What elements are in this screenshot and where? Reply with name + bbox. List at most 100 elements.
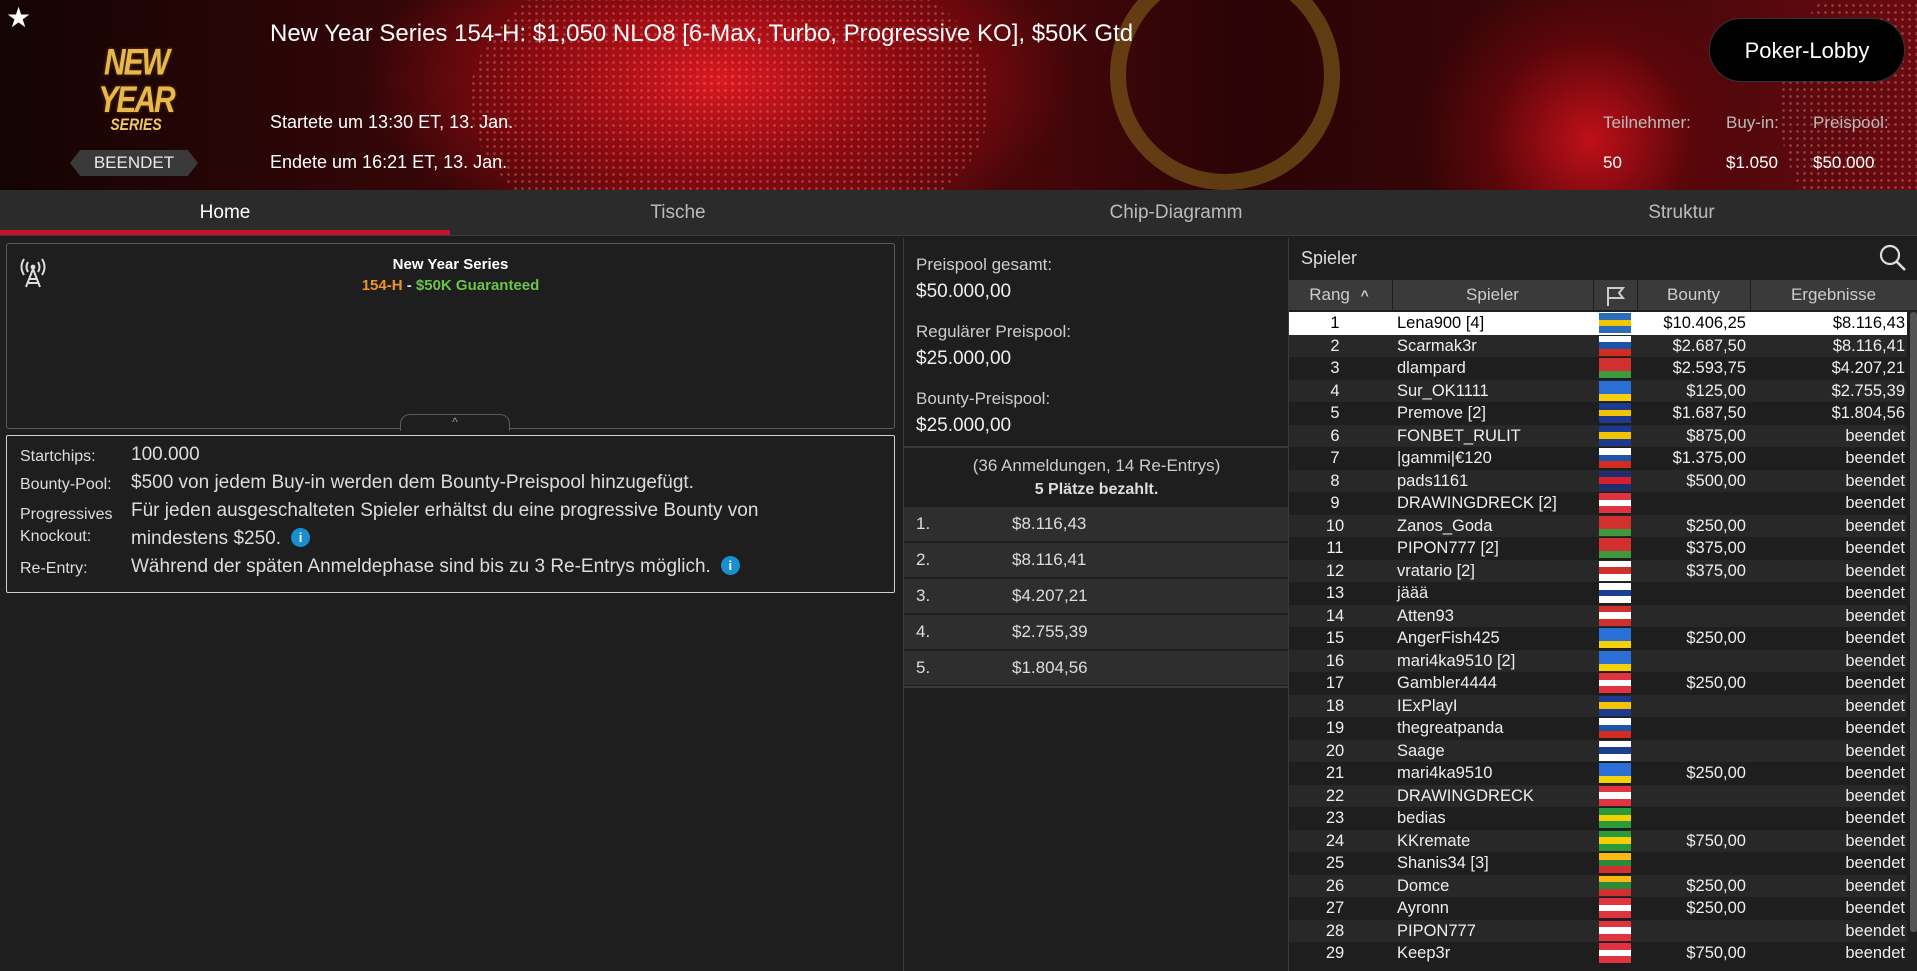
player-rank: 1 — [1330, 314, 1340, 332]
player-row[interactable]: 16 mari4ka9510 [2] beendet — [1289, 649, 1907, 672]
player-rank: 5 — [1330, 404, 1340, 422]
player-row[interactable]: 17 Gambler4444 $250,00 beendet — [1289, 672, 1907, 695]
player-row[interactable]: 18 IExPlayI beendet — [1289, 694, 1907, 717]
column-country[interactable] — [1593, 280, 1637, 310]
column-results[interactable]: Ergebnisse — [1750, 280, 1916, 310]
flag-stripe — [1599, 843, 1631, 851]
bounty-prizepool-label: Bounty-Preispool: — [916, 389, 1051, 408]
player-row[interactable]: 6 FONBET_RULIT $875,00 beendet — [1289, 424, 1907, 447]
player-row[interactable]: 9 DRAWINGDRECK [2] beendet — [1289, 492, 1907, 515]
country-flag-icon — [1599, 853, 1631, 873]
player-row[interactable]: 28 PIPON777 beendet — [1289, 919, 1907, 942]
flag-stripe — [1599, 387, 1631, 394]
player-name: Scarmak3r — [1397, 336, 1477, 355]
player-rank: 10 — [1325, 516, 1345, 535]
player-result: beendet — [1845, 786, 1905, 805]
players-panel: Spieler Rang ^ Spieler Bounty Ergebnisse… — [1288, 238, 1917, 971]
payout-place: 5. — [916, 658, 931, 677]
country-flag-icon — [1599, 830, 1631, 851]
player-result: beendet — [1845, 719, 1905, 737]
flag-stripe — [1599, 634, 1631, 642]
player-bounty: $375,00 — [1686, 539, 1746, 557]
player-row[interactable]: 11 PIPON777 [2] $375,00 beendet — [1289, 537, 1907, 560]
flag-stripe — [1599, 335, 1631, 343]
player-row[interactable]: 19 thegreatpanda beendet — [1289, 717, 1907, 740]
player-bounty: $250,00 — [1686, 876, 1746, 895]
player-name: dlampard — [1397, 359, 1466, 377]
player-row[interactable]: 29 Keep3r $750,00 beendet — [1289, 942, 1907, 965]
player-rank: 26 — [1325, 876, 1345, 895]
player-name: |gammi|€120 — [1397, 449, 1492, 467]
column-rank[interactable]: Rang ^ — [1289, 280, 1389, 310]
player-row[interactable]: 22 DRAWINGDRECK beendet — [1289, 784, 1907, 807]
payout-amount: $8.116,41 — [1012, 550, 1087, 569]
player-row[interactable]: 25 Shanis34 [3] beendet — [1289, 852, 1907, 875]
country-flag-icon — [1599, 920, 1631, 941]
player-result: beendet — [1845, 629, 1905, 647]
reentry-value-line: Während der späten Anmeldephase sind bis… — [131, 553, 740, 581]
player-result: beendet — [1845, 561, 1905, 580]
flag-stripe — [1599, 438, 1631, 446]
flag-stripe — [1599, 425, 1631, 433]
country-flag-icon — [1599, 493, 1631, 513]
player-row[interactable]: 7 |gammi|€120 $1.375,00 beendet — [1289, 447, 1907, 470]
player-row[interactable]: 8 pads1161 $500,00 beendet — [1289, 469, 1907, 492]
player-row[interactable]: 1 Lena900 [4] $10.406,25 $8.116,43 — [1289, 312, 1907, 335]
country-flag-icon — [1599, 425, 1631, 446]
player-row[interactable]: 14 Atten93 beendet — [1289, 604, 1907, 627]
player-name: thegreatpanda — [1397, 719, 1504, 737]
player-row[interactable]: 13 jäää beendet — [1289, 582, 1907, 605]
player-rank: 19 — [1325, 719, 1345, 737]
flag-stripe — [1599, 821, 1631, 828]
player-result: beendet — [1845, 539, 1905, 557]
pko-info-icon[interactable]: i — [291, 528, 310, 547]
poker-lobby-button[interactable]: Poker-Lobby — [1709, 18, 1905, 82]
column-player[interactable]: Spieler — [1392, 280, 1592, 310]
player-row[interactable]: 21 mari4ka9510 $250,00 beendet — [1289, 762, 1907, 785]
flag-stripe — [1599, 949, 1631, 957]
payout-row: 1. $8.116,43 — [904, 507, 1289, 541]
favorite-star-icon[interactable]: ★ — [6, 4, 31, 32]
players-scrollbar[interactable] — [1910, 312, 1917, 932]
player-row[interactable]: 26 Domce $250,00 beendet — [1289, 874, 1907, 897]
column-bounty[interactable]: Bounty — [1637, 280, 1749, 310]
payout-row: 2. $8.116,41 — [904, 543, 1289, 577]
player-row[interactable]: 10 Zanos_Goda $250,00 beendet — [1289, 514, 1907, 537]
player-search-bar[interactable]: Spieler — [1289, 238, 1917, 278]
reentry-info-icon[interactable]: i — [720, 556, 740, 575]
tab-tables[interactable]: Tische — [450, 190, 906, 236]
player-row[interactable]: 5 Premove [2] $1.687,50 $1.804,56 — [1289, 402, 1907, 425]
flag-stripe — [1599, 560, 1631, 568]
player-row[interactable]: 12 vratario [2] $375,00 beendet — [1289, 559, 1907, 582]
player-row[interactable]: 23 bedias beendet — [1289, 807, 1907, 830]
flag-stripe — [1599, 348, 1631, 356]
flag-stripe — [1599, 342, 1631, 349]
player-name: Gambler4444 — [1397, 674, 1497, 692]
player-row[interactable]: 3 dlampard $2.593,75 $4.207,21 — [1289, 357, 1907, 380]
search-icon[interactable] — [1877, 242, 1909, 274]
payout-row: 4. $2.755,39 — [904, 615, 1289, 649]
collapse-toggle[interactable]: ^ — [400, 414, 510, 431]
player-name: Lena900 [4] — [1397, 314, 1485, 332]
player-row[interactable]: 2 Scarmak3r $2.687,50 $8.116,41 — [1289, 334, 1907, 357]
prizepool-value: $50.000 — [1813, 153, 1875, 172]
player-row[interactable]: 27 Ayronn $250,00 beendet — [1289, 897, 1907, 920]
player-rank: 14 — [1325, 606, 1345, 625]
player-row[interactable]: 24 KKremate $750,00 beendet — [1289, 829, 1907, 852]
player-name: IExPlayI — [1397, 696, 1458, 715]
tab-structure[interactable]: Struktur — [1446, 190, 1917, 236]
player-result: beendet — [1845, 584, 1905, 602]
tournament-details-panel: Startchips: 100.000 Bounty-Pool: $500 vo… — [6, 435, 895, 593]
player-result: beendet — [1845, 764, 1905, 782]
player-name: mari4ka9510 [2] — [1397, 651, 1516, 670]
active-tab-indicator — [0, 230, 450, 235]
tab-chip-chart[interactable]: Chip-Diagramm — [906, 190, 1446, 236]
flag-stripe — [1599, 808, 1631, 815]
player-row[interactable]: 15 AngerFish425 $250,00 beendet — [1289, 627, 1907, 650]
player-row[interactable]: 20 Saage beendet — [1289, 739, 1907, 762]
country-flag-icon — [1599, 335, 1631, 356]
flag-stripe — [1599, 493, 1631, 500]
player-row[interactable]: 4 Sur_OK1111 $125,00 $2.755,39 — [1289, 379, 1907, 402]
buyin-label: Buy-in: — [1726, 113, 1779, 132]
player-name: Ayronn — [1397, 899, 1449, 917]
